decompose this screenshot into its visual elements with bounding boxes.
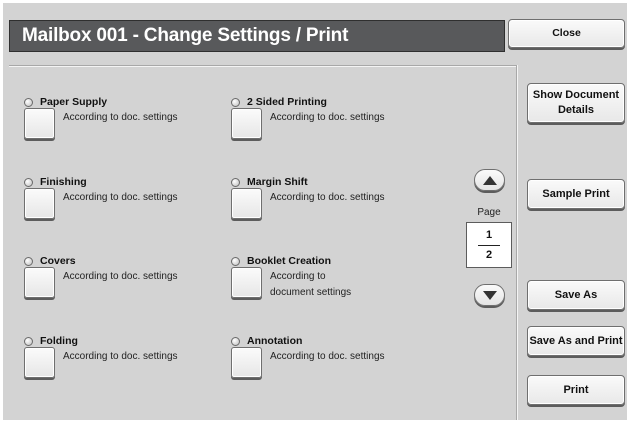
page-up-button[interactable] — [474, 169, 505, 191]
setting-value: According to doc. settings — [63, 351, 178, 362]
page-divider — [478, 245, 500, 246]
setting-label: Annotation — [247, 335, 303, 347]
page-total: 2 — [485, 249, 493, 261]
sample-print-button[interactable]: Sample Print — [527, 179, 625, 209]
header-divider — [9, 65, 517, 67]
setting-label: Folding — [40, 335, 78, 347]
folding-button[interactable] — [24, 347, 55, 378]
setting-value: According to document settings — [270, 269, 351, 301]
status-dot-icon — [24, 177, 33, 187]
page-label: Page — [477, 207, 501, 218]
setting-value-line: document settings — [270, 287, 352, 298]
status-dot-icon — [231, 97, 240, 107]
booklet-creation-button[interactable] — [231, 267, 262, 298]
close-button[interactable]: Close — [508, 19, 625, 48]
button-label: Details — [557, 104, 595, 116]
title-bar: Mailbox 001 - Change Settings / Print — [9, 20, 505, 52]
page-title: Mailbox 001 - Change Settings / Print — [22, 25, 349, 46]
setting-value: According to doc. settings — [63, 112, 178, 123]
setting-label: Paper Supply — [40, 96, 108, 108]
setting-value: According to doc. settings — [270, 351, 385, 362]
page-current: 1 — [485, 229, 493, 241]
button-label: Save As and Print — [529, 334, 623, 347]
setting-label: Finishing — [40, 176, 87, 188]
side-panel-divider — [516, 65, 518, 420]
annotation-button[interactable] — [231, 347, 262, 378]
status-dot-icon — [231, 256, 240, 266]
paper-supply-button[interactable] — [24, 108, 55, 139]
setting-label: Margin Shift — [247, 176, 308, 188]
setting-label: Booklet Creation — [247, 255, 332, 267]
setting-label: 2 Sided Printing — [247, 96, 327, 108]
page-indicator: 1 2 — [466, 222, 512, 268]
button-label: Save As — [554, 288, 598, 301]
status-dot-icon — [24, 97, 33, 107]
show-document-details-button[interactable]: Show Document Details — [527, 83, 625, 123]
setting-value: According to doc. settings — [270, 192, 385, 203]
triangle-down-icon — [482, 290, 497, 300]
save-as-and-print-button[interactable]: Save As and Print — [527, 326, 625, 356]
status-dot-icon — [231, 336, 240, 346]
margin-shift-button[interactable] — [231, 188, 262, 219]
save-as-button[interactable]: Save As — [527, 280, 625, 310]
status-dot-icon — [24, 256, 33, 266]
button-label: Show Document — [532, 89, 620, 101]
page-down-button[interactable] — [474, 284, 505, 306]
2-sided-printing-button[interactable] — [231, 108, 262, 139]
covers-button[interactable] — [24, 267, 55, 298]
triangle-up-icon — [482, 175, 497, 185]
setting-label: Covers — [40, 255, 76, 267]
close-button-label: Close — [552, 27, 581, 39]
setting-value: According to doc. settings — [63, 192, 178, 203]
button-label: Print — [563, 383, 589, 396]
setting-value: According to doc. settings — [63, 271, 178, 282]
finishing-button[interactable] — [24, 188, 55, 219]
button-label: Sample Print — [542, 187, 610, 200]
setting-value-line: According to — [270, 271, 326, 282]
status-dot-icon — [231, 177, 240, 187]
status-dot-icon — [24, 336, 33, 346]
print-button[interactable]: Print — [527, 375, 625, 405]
setting-value: According to doc. settings — [270, 112, 385, 123]
